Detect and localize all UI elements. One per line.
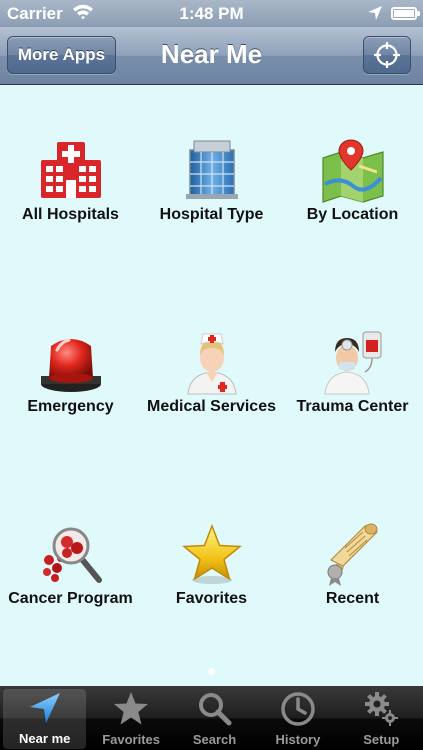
grid-item-by-location[interactable]: By Location	[282, 136, 423, 246]
tab-bar: Near me Favorites Search History Setup	[0, 686, 423, 750]
hospital-tower-icon	[185, 140, 238, 199]
grid-item-label: Favorites	[175, 590, 248, 607]
grid-item-label: Recent	[325, 590, 380, 607]
grid-item-label: Emergency	[27, 398, 114, 415]
tab-near-me[interactable]: Near me	[3, 689, 87, 749]
crosshair-icon	[374, 42, 400, 68]
grid-item-trauma-center[interactable]: Trauma Center	[282, 328, 423, 438]
siren-icon	[40, 338, 101, 392]
magnifier-cells-icon	[42, 527, 102, 583]
battery-icon	[391, 7, 420, 20]
status-time: 1:48 PM	[179, 4, 244, 23]
grid-item-emergency[interactable]: Emergency	[0, 328, 141, 438]
star-icon	[181, 523, 242, 584]
hospital-building-icon	[40, 142, 101, 198]
location-services-icon	[367, 5, 383, 26]
gear-icon	[365, 692, 399, 726]
tab-label: Setup	[363, 732, 400, 747]
map-pin-icon	[321, 139, 384, 203]
grid-item-label: By Location	[306, 206, 399, 223]
grid-item-label: Cancer Program	[8, 590, 133, 607]
locate-button[interactable]	[363, 36, 411, 74]
tab-label: Near me	[19, 731, 71, 746]
grid-item-label: Trauma Center	[296, 398, 409, 415]
scroll-icon	[327, 523, 378, 586]
tab-label: Search	[192, 732, 237, 747]
tab-favorites[interactable]: Favorites	[89, 686, 172, 750]
status-bar: Carrier 1:48 PM	[0, 0, 423, 27]
navigation-bar: More Apps Near Me	[0, 27, 423, 85]
tab-history[interactable]: History	[256, 686, 339, 750]
grid-item-recent[interactable]: Recent	[282, 520, 423, 630]
grid-item-label: All Hospitals	[22, 206, 119, 223]
page-title: Near Me	[160, 39, 263, 69]
search-icon	[198, 693, 232, 726]
grid-item-label: Hospital Type	[159, 206, 264, 223]
grid-item-favorites[interactable]: Favorites	[141, 520, 282, 630]
grid-item-label: Medical Services	[147, 398, 276, 415]
tab-label: History	[275, 732, 321, 747]
star-icon	[114, 692, 149, 725]
grid-item-hospital-type[interactable]: Hospital Type	[141, 136, 282, 246]
tab-search[interactable]: Search	[173, 686, 256, 750]
clock-icon	[281, 692, 315, 726]
tab-setup[interactable]: Setup	[340, 686, 423, 750]
grid-item-medical-services[interactable]: Medical Services	[141, 328, 282, 438]
page-indicator[interactable]	[208, 668, 215, 675]
doctor-icon	[323, 331, 381, 395]
location-arrow-icon	[29, 693, 60, 723]
grid-item-all-hospitals[interactable]: All Hospitals	[0, 136, 141, 246]
grid-item-cancer-program[interactable]: Cancer Program	[0, 520, 141, 630]
nurse-icon	[186, 333, 237, 395]
tab-label: Favorites	[102, 732, 161, 747]
